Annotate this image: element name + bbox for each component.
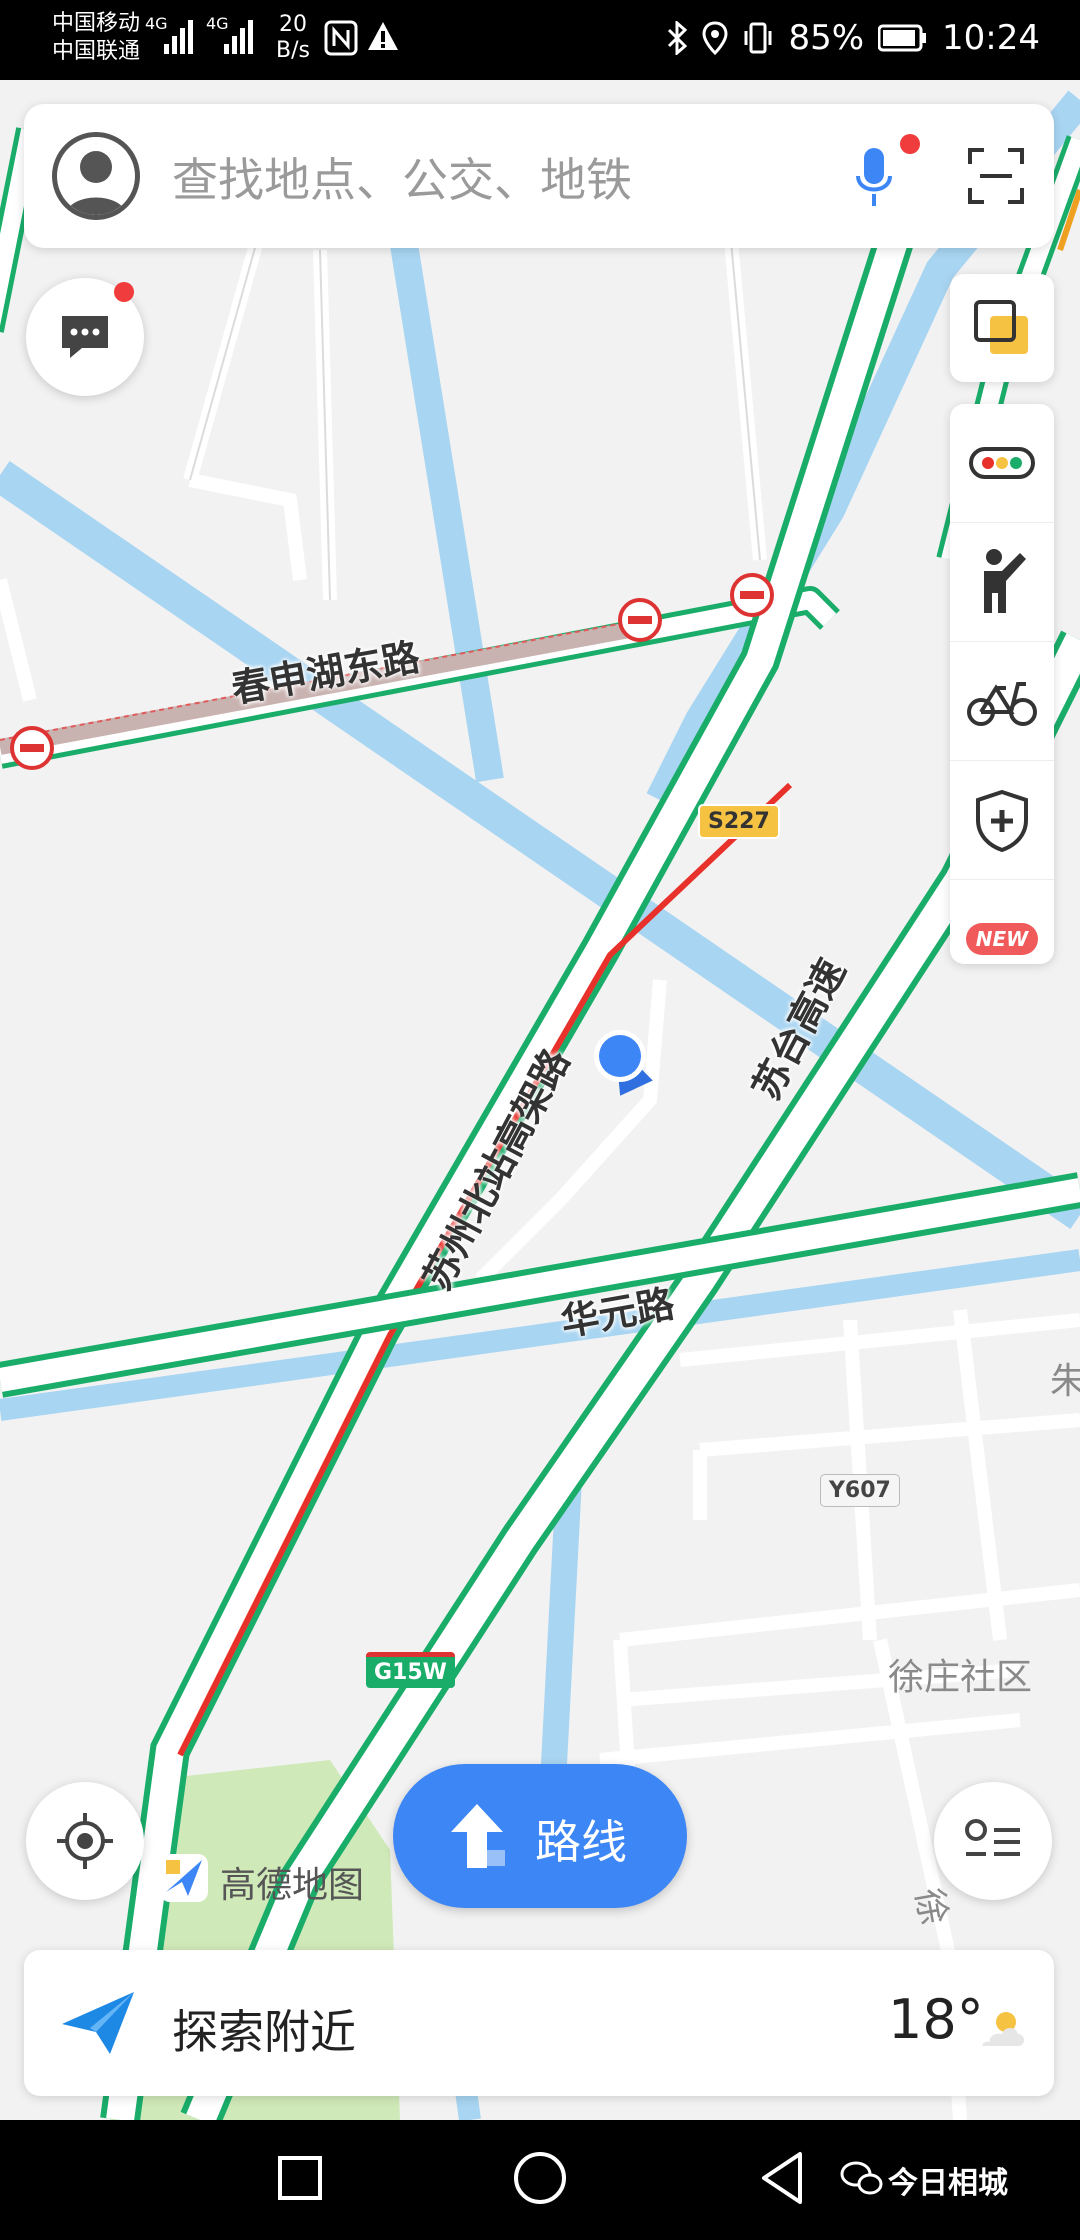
battery-percent: 85% bbox=[788, 18, 865, 58]
carrier-2: 中国联通 bbox=[52, 39, 141, 64]
explore-nearby-label: 探索附近 bbox=[172, 2005, 356, 2059]
amap-logo-text: 高德地图 bbox=[220, 1865, 365, 1906]
nfc-icon bbox=[324, 20, 358, 56]
location-icon bbox=[702, 21, 728, 55]
temperature-label: 18° bbox=[888, 1988, 984, 2051]
route-button[interactable]: 路线 bbox=[393, 1764, 687, 1908]
clock: 10:24 bbox=[942, 18, 1040, 58]
message-notification-dot bbox=[114, 282, 134, 302]
carrier-labels: 中国移动 中国联通 bbox=[52, 10, 140, 66]
route-arrow-icon bbox=[451, 1804, 505, 1868]
taxi-button[interactable] bbox=[950, 523, 1054, 642]
locate-button[interactable] bbox=[26, 1782, 144, 1900]
wechat-icon bbox=[840, 2161, 883, 2195]
tools-panel: NEW bbox=[950, 404, 1054, 964]
traffic-light-icon bbox=[969, 447, 1035, 479]
bluetooth-icon bbox=[668, 21, 688, 55]
search-bar[interactable]: 查找地点、公交、地铁 bbox=[24, 104, 1054, 248]
partly-cloudy-icon bbox=[982, 2012, 1024, 2046]
scan-icon[interactable] bbox=[968, 148, 1024, 204]
new-feature-button[interactable]: NEW bbox=[950, 880, 1054, 998]
speed-value: 20 bbox=[278, 12, 307, 37]
bike-icon bbox=[967, 682, 1037, 726]
hail-taxi-icon bbox=[984, 549, 1026, 613]
layers-button[interactable] bbox=[950, 274, 1054, 382]
mic-notification-dot bbox=[900, 134, 920, 154]
network-speed: 20 B/s bbox=[276, 12, 310, 64]
area-label-xuzhuang: 徐庄社区 bbox=[888, 1657, 1033, 1698]
signal-icon-2 bbox=[224, 20, 253, 54]
no-entry-marker bbox=[618, 598, 662, 642]
new-badge: NEW bbox=[965, 923, 1039, 955]
home-icon[interactable] bbox=[512, 2150, 568, 2206]
list-icon bbox=[965, 1819, 1020, 1856]
back-icon[interactable] bbox=[758, 2150, 806, 2206]
microphone-icon[interactable] bbox=[854, 146, 894, 212]
no-entry-marker bbox=[10, 726, 54, 770]
road-label-zhu: 朱 bbox=[1050, 1361, 1080, 1402]
layers-icon bbox=[974, 300, 1028, 354]
battery-icon bbox=[878, 24, 927, 52]
message-button[interactable] bbox=[26, 278, 144, 396]
user-icon bbox=[65, 151, 127, 215]
search-input[interactable]: 查找地点、公交、地铁 bbox=[172, 144, 632, 210]
bike-button[interactable] bbox=[950, 642, 1054, 761]
system-nav-bar: 今日相城 bbox=[0, 2120, 1080, 2240]
highway-shield-s227: S227 bbox=[698, 804, 780, 839]
signal-icon bbox=[164, 20, 193, 54]
paper-plane-icon bbox=[62, 1992, 134, 2054]
list-button[interactable] bbox=[934, 1782, 1052, 1900]
status-right-group: 85% 10:24 bbox=[666, 18, 1040, 58]
recent-apps-icon[interactable] bbox=[276, 2154, 324, 2202]
warning-icon bbox=[368, 22, 398, 50]
highway-shield-g15w: G15W bbox=[366, 1652, 455, 1688]
status-bar: 中国移动 中国联通 4G 4G 20 B/s 85% 10:24 bbox=[0, 0, 1080, 80]
watermark-brand: 今日相城 bbox=[888, 2166, 1008, 2201]
vibrate-icon bbox=[744, 22, 772, 54]
chat-icon bbox=[62, 316, 108, 358]
safety-button[interactable] bbox=[950, 761, 1054, 880]
amap-logo-icon bbox=[160, 1854, 208, 1902]
carrier-1: 中国移动 bbox=[52, 11, 141, 36]
current-location-marker bbox=[594, 1030, 653, 1096]
shield-icon bbox=[976, 789, 1028, 852]
crosshair-icon bbox=[57, 1813, 113, 1869]
no-entry-marker bbox=[730, 573, 774, 617]
layers-panel[interactable] bbox=[950, 274, 1054, 382]
avatar[interactable] bbox=[52, 132, 140, 220]
route-label: 路线 bbox=[535, 1815, 627, 1869]
traffic-button[interactable] bbox=[950, 404, 1054, 523]
explore-bar[interactable]: 探索附近 18° bbox=[24, 1950, 1054, 2096]
road-shield-y607: Y607 bbox=[820, 1474, 900, 1507]
speed-unit: B/s bbox=[276, 38, 310, 63]
